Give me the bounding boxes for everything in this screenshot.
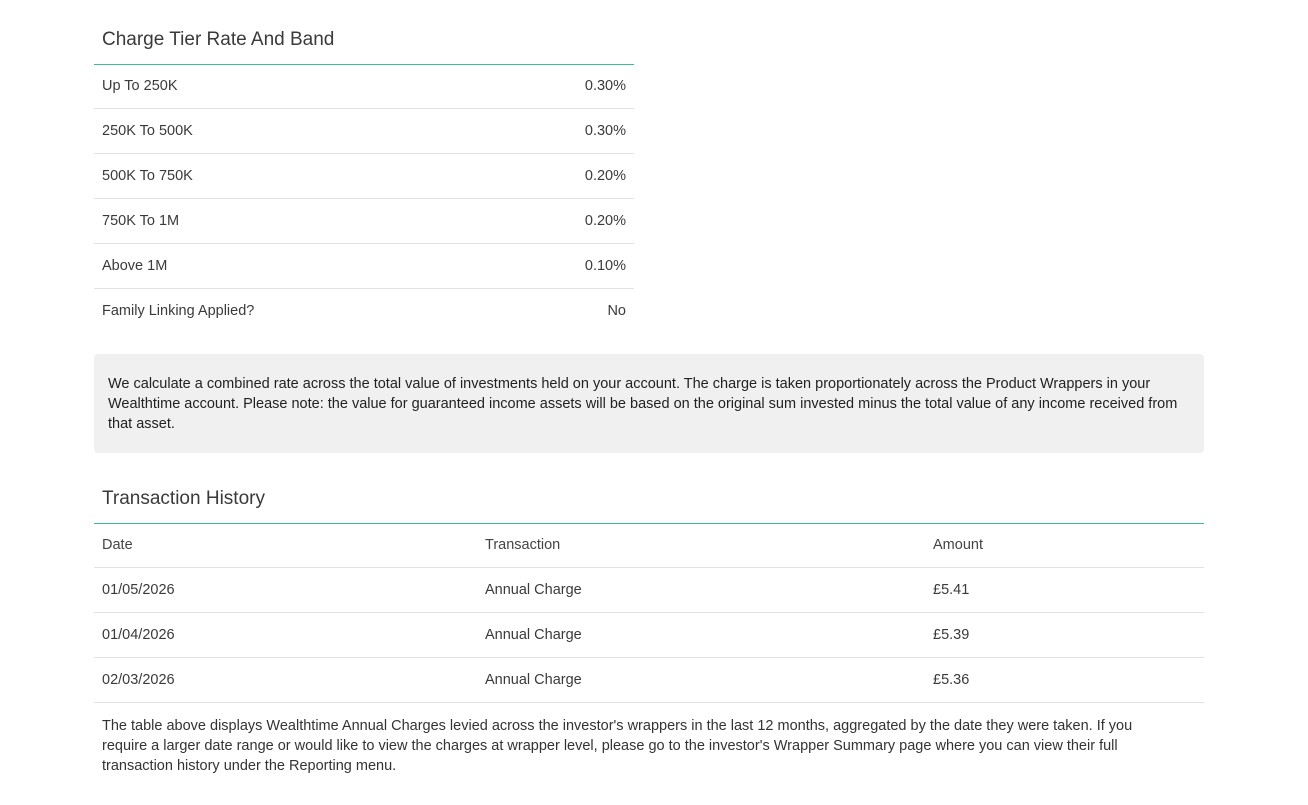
- column-header-date: Date: [102, 537, 133, 553]
- tier-row-750k-to-1m: 750K To 1M 0.20%: [94, 199, 634, 244]
- tier-rate-value: 0.30%: [584, 78, 626, 94]
- table-row: 01/04/2026 Annual Charge £5.39: [94, 613, 1204, 658]
- column-header-amount: Amount: [933, 537, 983, 553]
- tier-band-label: 250K To 500K: [102, 123, 193, 139]
- transaction-date: 01/05/2026: [102, 582, 175, 598]
- charge-info-text: We calculate a combined rate across the …: [108, 376, 1178, 432]
- tier-rate-value: 0.20%: [584, 168, 626, 184]
- family-linking-value: No: [607, 303, 626, 319]
- family-linking-label: Family Linking Applied?: [102, 303, 255, 319]
- tier-band-label: Up To 250K: [102, 78, 178, 94]
- tier-row-250k-to-500k: 250K To 500K 0.30%: [94, 109, 634, 154]
- tier-band-label: 500K To 750K: [102, 168, 193, 184]
- charge-tier-table: Up To 250K 0.30% 250K To 500K 0.30% 500K…: [94, 64, 634, 333]
- tier-rate-value: 0.20%: [584, 213, 626, 229]
- tier-row-up-to-250k: Up To 250K 0.30%: [94, 64, 634, 109]
- transaction-type: Annual Charge: [485, 672, 582, 688]
- tier-row-500k-to-750k: 500K To 750K 0.20%: [94, 154, 634, 199]
- transaction-type: Annual Charge: [485, 627, 582, 643]
- family-linking-row: Family Linking Applied? No: [94, 289, 634, 333]
- table-row: 01/05/2026 Annual Charge £5.41: [94, 568, 1204, 613]
- transaction-amount: £5.39: [933, 627, 970, 643]
- transaction-amount: £5.36: [933, 672, 970, 688]
- transaction-table-header: Date Transaction Amount: [94, 523, 1204, 568]
- charge-info-note: We calculate a combined rate across the …: [94, 354, 1204, 453]
- transaction-date: 02/03/2026: [102, 672, 175, 688]
- tier-rate-value: 0.30%: [584, 123, 626, 139]
- charge-tier-title: Charge Tier Rate And Band: [102, 29, 335, 50]
- transaction-table: Date Transaction Amount 01/05/2026 Annua…: [94, 523, 1204, 703]
- transaction-history-title: Transaction History: [102, 488, 265, 509]
- tier-row-above-1m: Above 1M 0.10%: [94, 244, 634, 289]
- tier-rate-value: 0.10%: [584, 258, 626, 274]
- transaction-type: Annual Charge: [485, 582, 582, 598]
- table-row: 02/03/2026 Annual Charge £5.36: [94, 658, 1204, 703]
- transaction-date: 01/04/2026: [102, 627, 175, 643]
- tier-band-label: Above 1M: [102, 258, 168, 274]
- tier-band-label: 750K To 1M: [102, 213, 180, 229]
- column-header-transaction: Transaction: [485, 537, 561, 553]
- transaction-history-footnote: The table above displays Wealthtime Annu…: [102, 718, 1133, 774]
- transaction-amount: £5.41: [933, 582, 970, 598]
